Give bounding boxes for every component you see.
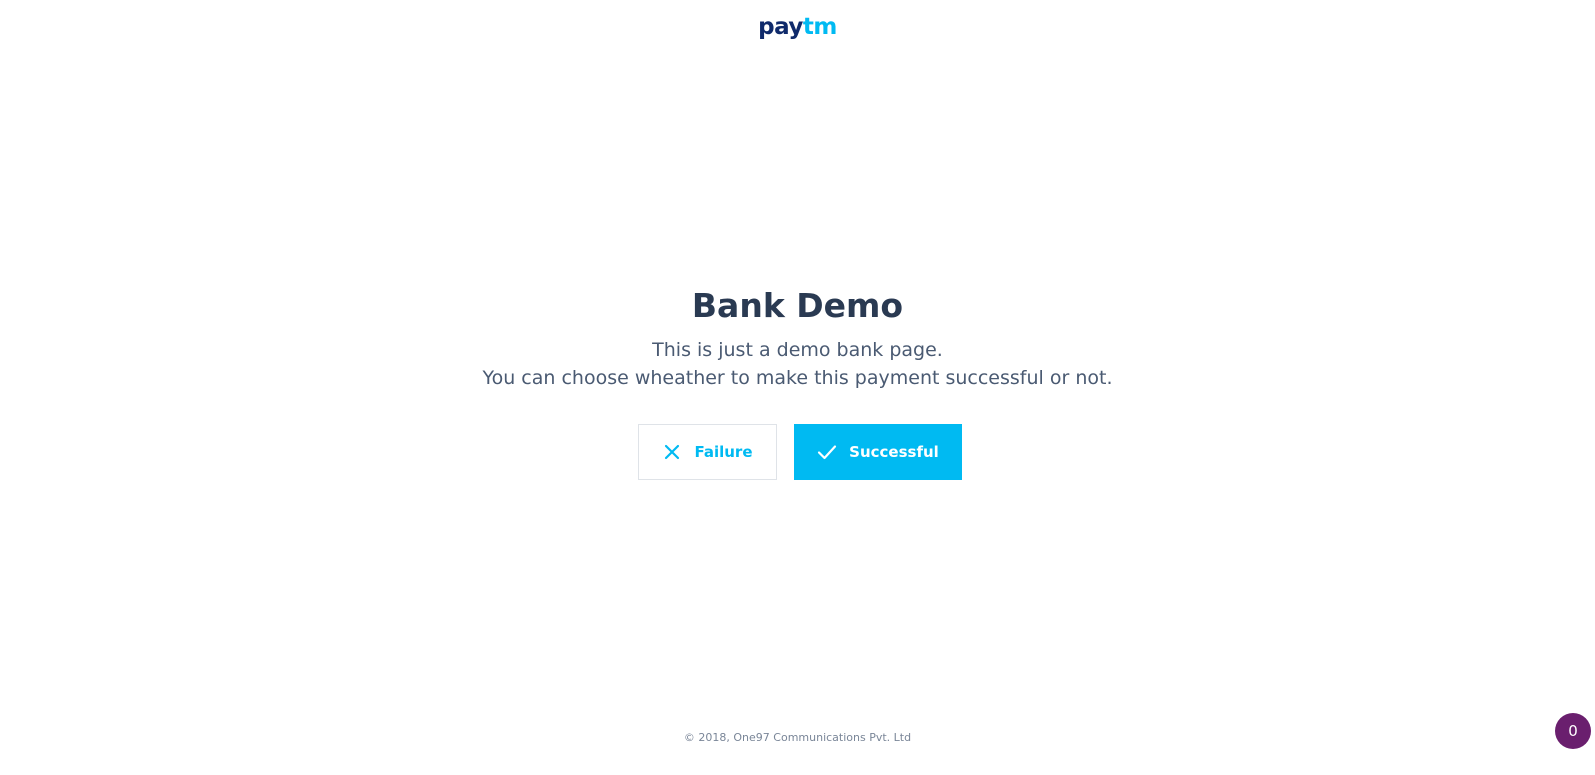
description-line-2: You can choose wheather to make this pay… — [482, 367, 1113, 389]
bank-demo-page: paytm Bank Demo This is just a demo bank… — [0, 0, 1595, 775]
logo-pay-text: pay — [758, 14, 803, 40]
paytm-logo: paytm — [0, 14, 1595, 40]
page-title: Bank Demo — [691, 286, 904, 325]
description-line-1: This is just a demo bank page. — [652, 339, 943, 361]
check-icon — [817, 442, 837, 462]
successful-button[interactable]: Successful — [794, 424, 962, 480]
successful-button-label: Successful — [849, 443, 939, 461]
copyright-footer: © 2018, One97 Communications Pvt. Ltd — [683, 731, 912, 744]
notification-badge[interactable]: 0 — [1555, 713, 1591, 749]
failure-button-label: Failure — [694, 443, 753, 461]
failure-button[interactable]: Failure — [638, 424, 777, 480]
logo-tm-text: tm — [802, 14, 837, 40]
close-icon — [662, 442, 682, 462]
